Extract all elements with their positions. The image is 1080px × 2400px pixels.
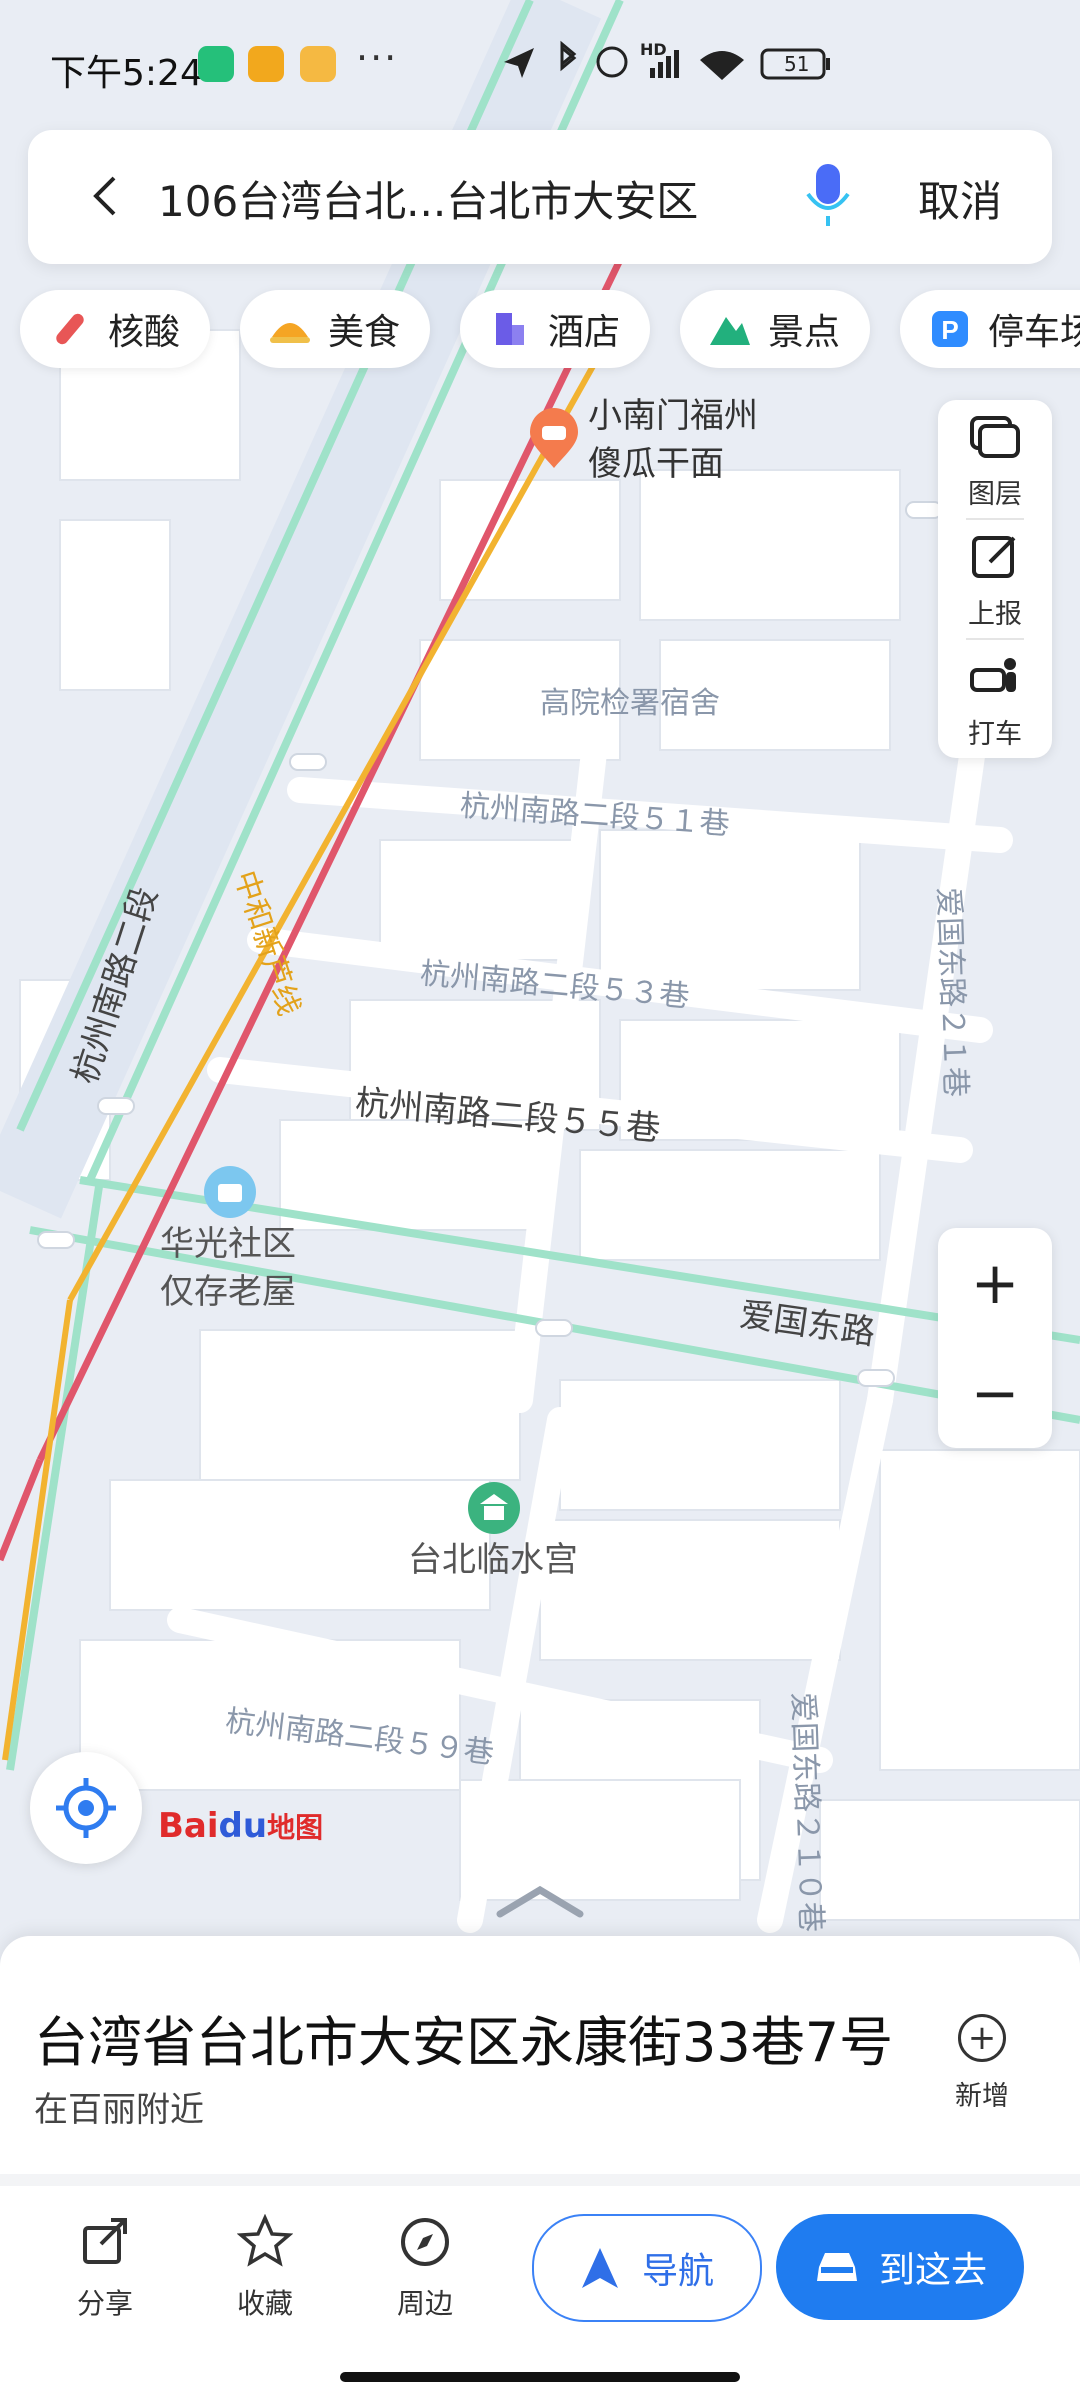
search-bar[interactable]: 106台湾台北...台北市大安区 取消 <box>28 130 1052 264</box>
taxi-button[interactable]: 打车 <box>938 640 1052 758</box>
app-notification-icon <box>248 46 284 82</box>
home-indicator <box>340 2372 740 2382</box>
baidu-map-logo: Baidu地图 <box>158 1806 324 1846</box>
temple-poi-name[interactable]: 台北临水宫 <box>408 1536 578 1584</box>
road-label: 爱国东路２１巷 <box>930 886 973 1098</box>
search-input[interactable]: 106台湾台北...台北市大安区 <box>158 168 698 229</box>
test-tube-icon <box>48 307 92 351</box>
food-poi-name[interactable]: 小南门福州 傻瓜干面 <box>588 392 758 488</box>
temple-poi-marker[interactable] <box>466 1480 522 1536</box>
chip-label: 核酸 <box>108 312 181 353</box>
food-poi-marker[interactable] <box>526 408 582 470</box>
nearby-button[interactable]: 周边 <box>370 2214 480 2322</box>
share-icon <box>83 2218 127 2264</box>
place-subtitle: 在百丽附近 <box>34 2090 204 2130</box>
house-poi-marker[interactable] <box>202 1164 258 1220</box>
back-icon[interactable] <box>78 168 134 224</box>
wifi-icon <box>700 51 744 80</box>
food-pin-icon <box>530 408 578 468</box>
place-title: 台湾省台北市大安区永康街33巷7号 <box>34 2011 894 2074</box>
building-label: 高院检署宿舍 <box>540 686 720 721</box>
car-icon <box>816 2253 857 2281</box>
taxi-icon <box>970 657 1016 692</box>
status-time: 下午5:24 <box>50 53 203 94</box>
chip-label: 停车场 <box>988 312 1080 353</box>
layers-icon <box>970 415 1020 458</box>
star-icon <box>237 2214 293 2267</box>
category-chip-parking[interactable]: P 停车场 <box>900 290 1080 368</box>
zoom-in-button[interactable]: + <box>938 1228 1052 1338</box>
svg-text:P: P <box>941 315 958 345</box>
house-poi-name[interactable]: 华光社区 仅存老屋 <box>160 1220 296 1316</box>
alarm-icon <box>596 46 628 78</box>
parking-icon: P <box>928 307 972 351</box>
place-detail-sheet[interactable]: 台湾省台北市大安区永康街33巷7号 在百丽附近 + 新增 <box>0 1936 1080 2400</box>
status-bar: 下午5:24 ··· HD 51 <box>0 0 1080 130</box>
zoom-out-button[interactable]: − <box>938 1338 1052 1448</box>
add-place-button[interactable]: + 新增 <box>950 2014 1014 2113</box>
bluetooth-icon <box>560 40 577 72</box>
plus-icon: + <box>958 2014 1006 2062</box>
security-app-icon <box>198 46 234 82</box>
zoom-control: + − <box>938 1228 1052 1448</box>
locate-me-button[interactable] <box>30 1752 142 1864</box>
notes-notification-icon <box>300 46 336 82</box>
category-chip-food[interactable]: 美食 <box>240 290 431 368</box>
expand-sheet-chevron-icon[interactable] <box>494 1880 586 1920</box>
share-button[interactable]: 分享 <box>50 2214 160 2322</box>
category-chip-nucleic-test[interactable]: 核酸 <box>20 290 211 368</box>
hotel-icon <box>488 307 532 351</box>
navigation-arrow-icon <box>581 2248 618 2288</box>
go-here-button[interactable]: 到这去 <box>776 2214 1024 2320</box>
house-poi-icon <box>204 1166 256 1218</box>
cancel-button[interactable]: 取消 <box>918 168 1002 229</box>
chip-label: 酒店 <box>548 312 621 353</box>
more-notifications-icon: ··· <box>356 36 399 80</box>
mountain-icon <box>708 307 752 351</box>
report-button[interactable]: 上报 <box>938 520 1052 638</box>
compass-icon <box>401 2218 449 2266</box>
location-icon <box>504 48 534 78</box>
favorite-button[interactable]: 收藏 <box>210 2214 320 2322</box>
chip-label: 景点 <box>768 312 841 353</box>
category-chip-hotel[interactable]: 酒店 <box>460 290 651 368</box>
food-icon <box>268 307 312 351</box>
report-icon <box>972 535 1016 578</box>
microphone-icon[interactable] <box>800 160 856 230</box>
navigate-button[interactable]: 导航 <box>532 2214 762 2322</box>
layers-button[interactable]: 图层 <box>938 400 1052 518</box>
battery-level: 51 <box>784 52 810 76</box>
temple-poi-icon <box>468 1482 520 1534</box>
map-tools-panel: 图层 上报 打车 <box>938 400 1052 758</box>
chip-label: 美食 <box>328 312 401 353</box>
road-label: 爱国东路２１０巷 <box>784 1691 829 1933</box>
category-chip-scenic[interactable]: 景点 <box>680 290 871 368</box>
network-type: HD <box>640 40 667 59</box>
crosshair-icon <box>56 1778 116 1838</box>
